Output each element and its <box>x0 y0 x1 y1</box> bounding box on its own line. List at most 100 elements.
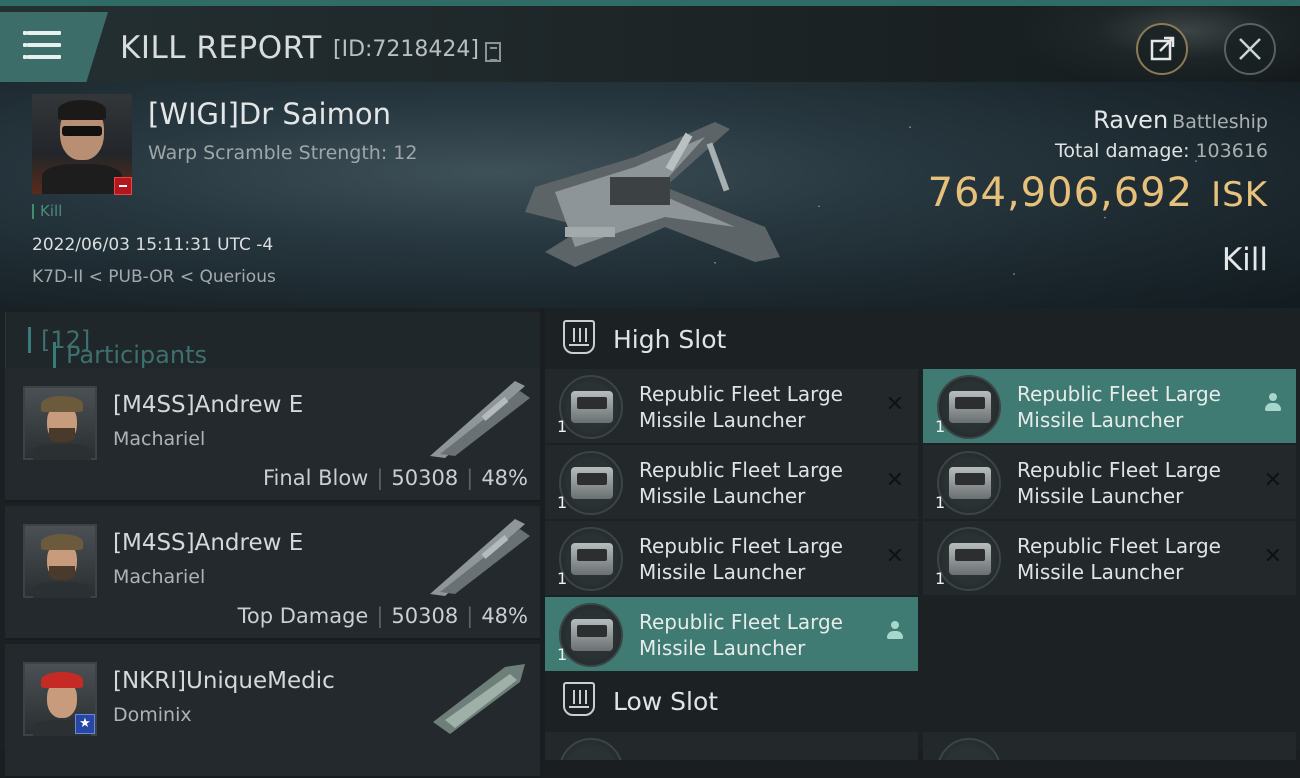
participants-header: Participants [12] <box>5 312 540 368</box>
ship-name[interactable]: Raven <box>1093 106 1168 134</box>
dropped-person-icon <box>886 621 904 641</box>
missile-launcher-icon <box>559 375 623 439</box>
module-name: Republic Fleet Large Missile Launcher <box>1017 534 1221 584</box>
kill-timestamp: 2022/06/03 15:11:31 UTC -4 <box>32 235 274 255</box>
menu-button[interactable] <box>0 12 108 82</box>
star-badge-icon: ★ <box>75 714 95 734</box>
participant-name[interactable]: [M4SS]Andrew E <box>113 392 303 418</box>
participant-damage: 50308 <box>391 604 459 628</box>
participant-avatar[interactable] <box>23 524 97 598</box>
fitting-panel: High Slot 1 Republic Fleet Large Missile … <box>545 308 1300 760</box>
participant-ship-image <box>430 519 530 596</box>
participant-avatar[interactable] <box>23 386 97 460</box>
hostile-badge-icon <box>114 177 132 195</box>
participant-role: Top Damage <box>237 604 369 628</box>
isk-amount: 764,906,692 <box>927 170 1194 216</box>
module-item[interactable]: 1 Republic Fleet Large Missile Launcher ✕ <box>545 369 918 443</box>
participant-row[interactable]: [M4SS]Andrew E Machariel Final Blow | 5030… <box>5 368 540 502</box>
missile-launcher-icon <box>937 527 1001 591</box>
isk-value: 764,906,692 ISK <box>928 170 1268 216</box>
share-button[interactable] <box>1136 23 1188 75</box>
dropped-person-icon <box>1264 393 1282 413</box>
module-quantity: 1 <box>935 493 946 512</box>
missile-launcher-icon <box>559 527 623 591</box>
kill-tag: Kill <box>32 204 62 219</box>
module-item[interactable]: 1 Republic Fleet Large Missile Launcher ✕ <box>545 445 918 519</box>
high-slot-title: High Slot <box>613 325 727 354</box>
participant-name[interactable]: [NKRI]UniqueMedic <box>113 668 335 694</box>
participants-panel: Participants [12] [M4SS]Andrew E Machari… <box>0 308 540 778</box>
participant-name[interactable]: [M4SS]Andrew E <box>113 530 303 556</box>
low-slot-title: Low Slot <box>613 687 719 716</box>
total-damage-label: Total damage: <box>1055 140 1190 162</box>
participant-row[interactable]: [M4SS]Andrew E Machariel Top Damage | 5030… <box>5 506 540 640</box>
module-item[interactable]: 1 Republic Fleet Large Missile Launcher ✕ <box>545 521 918 595</box>
destroyed-x-icon: ✕ <box>885 544 904 569</box>
isk-unit: ISK <box>1211 175 1268 215</box>
module-quantity: 1 <box>557 417 568 436</box>
module-name: Republic Fleet Large Missile Launcher <box>639 610 843 660</box>
destroyed-x-icon: ✕ <box>1263 544 1282 569</box>
module-item[interactable]: 1 Republic Fleet Large Missile Launcher ✕ <box>923 521 1296 595</box>
participant-stats: Top Damage | 50308 | 48% <box>237 604 528 628</box>
module-icon <box>937 738 1001 760</box>
destroyed-x-icon: ✕ <box>1263 468 1282 493</box>
high-slot-header: High Slot <box>545 308 1300 368</box>
copy-icon[interactable] <box>485 42 501 62</box>
participant-ship: Machariel <box>113 428 206 450</box>
victim-ship-type: Raven Battleship <box>1093 106 1268 134</box>
module-quantity: 1 <box>935 417 946 436</box>
module-item[interactable]: 1 Republic Fleet Large Missile Launcher <box>545 597 918 671</box>
page-title: KILL REPORT <box>120 30 322 66</box>
module-name: Republic Fleet Large Missile Launcher <box>639 382 843 432</box>
module-name: Republic Fleet Large Missile Launcher <box>639 534 843 584</box>
slot-icon <box>563 682 595 716</box>
victim-ship-image <box>525 122 780 267</box>
share-icon <box>1150 36 1175 61</box>
top-bar: KILL REPORT [ID:7218424] <box>0 0 1300 88</box>
module-item[interactable] <box>545 732 918 760</box>
participant-damage: 50308 <box>391 466 459 490</box>
participant-ship-image <box>430 381 530 458</box>
module-item[interactable] <box>923 732 1296 760</box>
result-label: Kill <box>1221 242 1268 278</box>
report-id: [ID:7218424] <box>333 37 479 62</box>
victim-banner: [WIGI]Dr Saimon Warp Scramble Strength: … <box>0 82 1300 308</box>
module-icon <box>559 738 623 760</box>
slot-icon <box>563 320 595 354</box>
participant-row[interactable]: ★ [NKRI]UniqueMedic Dominix <box>5 644 540 778</box>
missile-launcher-icon <box>937 375 1001 439</box>
destroyed-x-icon: ✕ <box>885 468 904 493</box>
module-name: Republic Fleet Large Missile Launcher <box>639 458 843 508</box>
missile-launcher-icon <box>559 451 623 515</box>
victim-name[interactable]: [WIGI]Dr Saimon <box>148 97 391 131</box>
module-name: Republic Fleet Large Missile Launcher <box>1017 382 1221 432</box>
participant-percent: 48% <box>481 604 528 628</box>
low-slot-header: Low Slot <box>545 670 1300 730</box>
kill-location[interactable]: K7D-II < PUB-OR < Querious <box>32 267 276 287</box>
module-item[interactable]: 1 Republic Fleet Large Missile Launcher <box>923 369 1296 443</box>
missile-launcher-icon <box>559 603 623 667</box>
module-quantity: 1 <box>935 569 946 588</box>
total-damage-value: 103616 <box>1195 140 1268 162</box>
warp-scramble-strength: Warp Scramble Strength: 12 <box>148 142 418 164</box>
module-quantity: 1 <box>557 569 568 588</box>
module-name: Republic Fleet Large Missile Launcher <box>1017 458 1221 508</box>
participant-ship-image <box>433 664 525 734</box>
close-icon <box>1239 38 1261 60</box>
destroyed-x-icon: ✕ <box>885 392 904 417</box>
participants-label: Participants <box>53 342 207 368</box>
participant-ship: Dominix <box>113 704 192 726</box>
participant-role: Final Blow <box>263 466 369 490</box>
module-quantity: 1 <box>557 493 568 512</box>
participant-percent: 48% <box>481 466 528 490</box>
missile-launcher-icon <box>937 451 1001 515</box>
ship-class: Battleship <box>1172 111 1268 133</box>
participant-ship: Machariel <box>113 566 206 588</box>
menu-icon <box>23 31 61 61</box>
total-damage: Total damage: 103616 <box>1055 140 1268 162</box>
module-quantity: 1 <box>557 645 568 664</box>
close-button[interactable] <box>1224 23 1276 75</box>
module-item[interactable]: 1 Republic Fleet Large Missile Launcher ✕ <box>923 445 1296 519</box>
participant-stats: Final Blow | 50308 | 48% <box>263 466 528 490</box>
